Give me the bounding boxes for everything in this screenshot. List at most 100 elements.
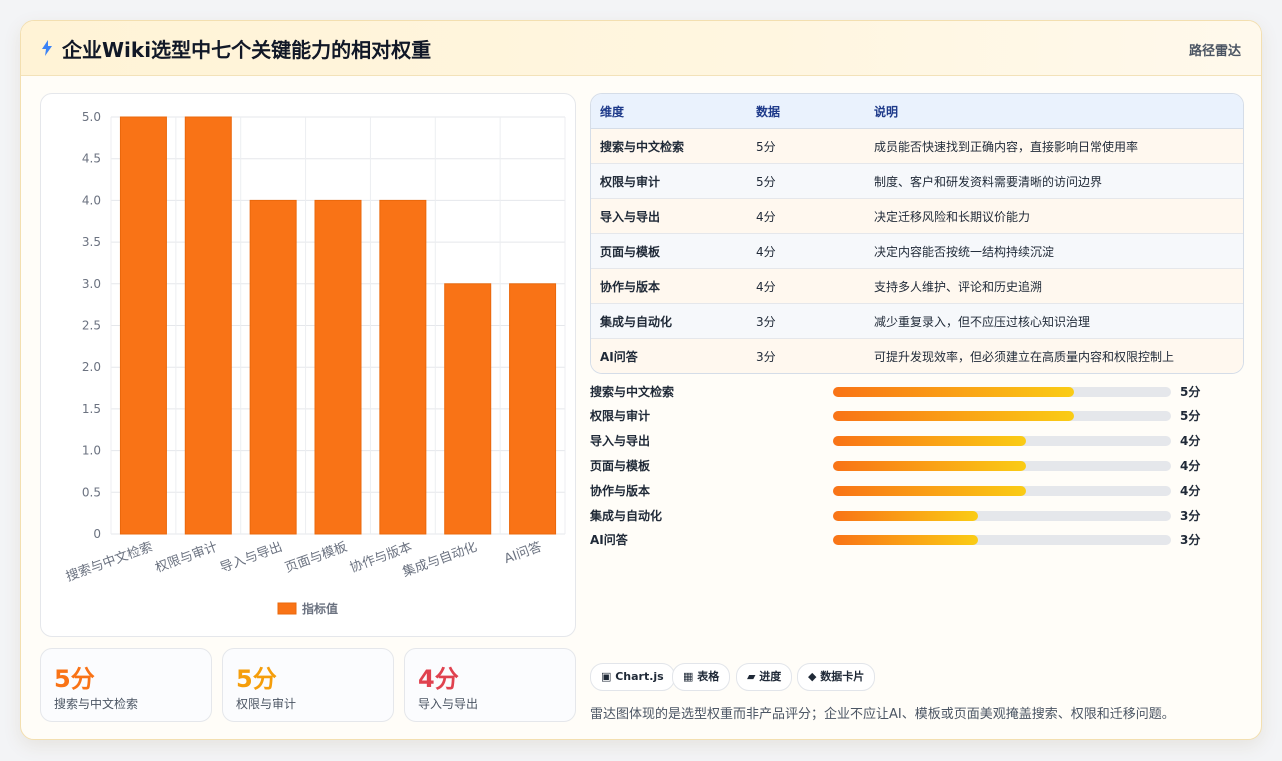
- progress-fill: [833, 486, 1026, 496]
- weights-table-panel: 维度 数据 说明 搜索与中文检索 5分 成员能否快速找到正确内容，直接影响日常使…: [590, 93, 1244, 374]
- lightning-bolt-icon: [42, 40, 52, 56]
- legend-swatch: [277, 602, 297, 615]
- progress-fill: [833, 461, 1026, 471]
- progress-track: [833, 511, 1171, 521]
- table-row: 集成与自动化 3分 减少重复录入，但不应压过核心知识治理: [591, 303, 1243, 339]
- progress-value: 4分: [1180, 434, 1201, 448]
- y-tick-label: 3.0: [82, 277, 101, 291]
- progress-value: 3分: [1180, 509, 1201, 523]
- stat-label: 权限与审计: [236, 697, 297, 711]
- progress-track: [833, 486, 1171, 496]
- y-tick-label: 3.5: [82, 235, 101, 249]
- y-tick-label: 0.5: [82, 485, 101, 499]
- progress-label: 页面与模板: [590, 459, 651, 473]
- header-bar: 企业Wiki选型中七个关键能力的相对权重 路径雷达: [21, 21, 1261, 76]
- legend-label: 指标值: [302, 601, 338, 616]
- bar: [509, 283, 557, 535]
- weights-table: 维度 数据 说明 搜索与中文检索 5分 成员能否快速找到正确内容，直接影响日常使…: [591, 94, 1243, 373]
- chip-progress[interactable]: ▰ 进度: [736, 663, 793, 691]
- x-tick-label: AI问答: [502, 539, 544, 567]
- cell-dimension: 集成与自动化: [591, 303, 747, 339]
- bar: [444, 283, 492, 535]
- progress-fill: [833, 535, 978, 545]
- progress-value: 3分: [1180, 533, 1201, 547]
- cell-description: 制度、客户和研发资料需要清晰的访问边界: [865, 163, 1243, 199]
- stat-value: 5分: [54, 665, 95, 693]
- bar-chart: 0 0.5 1.0 1.5 2.0 2.5 3.0 3.5 4.0 4.5 5.0 搜索与中文检索权限…: [64, 110, 566, 616]
- progress-row: 集成与自动化 3分: [590, 505, 1242, 525]
- progress-fill: [833, 436, 1026, 446]
- cell-description: 支持多人维护、评论和历史追溯: [865, 268, 1243, 304]
- progress-fill: [833, 411, 1075, 421]
- stat-card: 5分 搜索与中文检索: [40, 648, 212, 722]
- cell-description: 减少重复录入，但不应压过核心知识治理: [865, 303, 1243, 339]
- stat-card: 5分 权限与审计: [222, 648, 394, 722]
- bar: [119, 116, 167, 535]
- footnote: 雷达图体现的是选型权重而非产品评分；企业不应让AI、模板或页面美观掩盖搜索、权限…: [590, 707, 1175, 722]
- cell-score: 3分: [747, 303, 865, 339]
- column-header: 数据: [747, 94, 865, 129]
- chip-data-card[interactable]: ◆ 数据卡片: [797, 663, 876, 691]
- stat-value: 5分: [236, 665, 277, 693]
- cell-score: 4分: [747, 198, 865, 234]
- progress-fill: [833, 387, 1075, 397]
- table-row: 协作与版本 4分 支持多人维护、评论和历史追溯: [591, 268, 1243, 304]
- table-row: 权限与审计 5分 制度、客户和研发资料需要清晰的访问边界: [591, 163, 1243, 199]
- cell-description: 决定迁移风险和长期议价能力: [865, 198, 1243, 234]
- cell-dimension: 协作与版本: [591, 268, 747, 304]
- y-tick-label: 5.0: [82, 110, 101, 124]
- chip-table[interactable]: ▦ 表格: [672, 663, 731, 691]
- page-title: 企业Wiki选型中七个关键能力的相对权重: [62, 38, 432, 62]
- progress-track: [833, 461, 1171, 471]
- progress-fill: [833, 511, 978, 521]
- stat-label: 导入与导出: [418, 697, 479, 711]
- bar-chart-panel: 0 0.5 1.0 1.5 2.0 2.5 3.0 3.5 4.0 4.5 5.0 搜索与中文检索 权限…: [40, 93, 576, 637]
- chip-chartjs[interactable]: ▣ Chart.js: [590, 663, 675, 691]
- progress-list: 搜索与中文检索 5分 权限与审计 5分 导入与导出 4分 页面与模板 4分 协作…: [590, 381, 1242, 551]
- column-header: 维度: [591, 94, 747, 129]
- x-tick-label: 集成与自动化: [400, 539, 479, 581]
- stat-label: 搜索与中文检索: [54, 697, 139, 711]
- cell-score: 5分: [747, 128, 865, 164]
- x-tick-label: 页面与模板: [283, 540, 349, 576]
- y-tick-label: 2.0: [82, 360, 101, 374]
- progress-track: [833, 535, 1171, 545]
- progress-row: 页面与模板 4分: [590, 455, 1242, 475]
- cell-description: 成员能否快速找到正确内容，直接影响日常使用率: [865, 128, 1243, 164]
- cell-score: 4分: [747, 268, 865, 304]
- table-row: AI问答 3分 可提升发现效率，但必须建立在高质量内容和权限控制上: [591, 338, 1243, 373]
- progress-value: 5分: [1180, 409, 1201, 423]
- progress-label: 权限与审计: [590, 409, 651, 423]
- table-row: 导入与导出 4分 决定迁移风险和长期议价能力: [591, 198, 1243, 234]
- y-tick-label: 0: [93, 527, 101, 541]
- progress-track: [833, 387, 1171, 397]
- cell-dimension: 权限与审计: [591, 163, 747, 199]
- table-row: 页面与模板 4分 决定内容能否按统一结构持续沉淀: [591, 233, 1243, 269]
- bar: [184, 116, 232, 535]
- stat-value: 4分: [418, 665, 459, 693]
- stat-card: 4分 导入与导出: [404, 648, 576, 722]
- table-row: 搜索与中文检索 5分 成员能否快速找到正确内容，直接影响日常使用率: [591, 128, 1243, 164]
- cell-dimension: 页面与模板: [591, 233, 747, 269]
- bar: [314, 199, 362, 535]
- cell-dimension: AI问答: [591, 338, 747, 373]
- cell-description: 决定内容能否按统一结构持续沉淀: [865, 233, 1243, 269]
- y-tick-label: 4.5: [82, 152, 101, 166]
- progress-track: [833, 411, 1171, 421]
- progress-row: 搜索与中文检索 5分: [590, 381, 1242, 401]
- cell-description: 可提升发现效率，但必须建立在高质量内容和权限控制上: [865, 338, 1243, 373]
- cell-dimension: 导入与导出: [591, 198, 747, 234]
- bar: [249, 199, 297, 535]
- y-tick-label: 1.0: [82, 444, 101, 458]
- progress-value: 4分: [1180, 459, 1201, 473]
- radar-badge: 路径雷达: [1188, 44, 1241, 59]
- progress-label: 搜索与中文检索: [590, 385, 675, 399]
- progress-value: 5分: [1180, 385, 1201, 399]
- progress-row: AI问答 3分: [590, 529, 1242, 549]
- cell-score: 3分: [747, 338, 865, 373]
- cell-score: 5分: [747, 163, 865, 199]
- cell-score: 4分: [747, 233, 865, 269]
- progress-track: [833, 436, 1171, 446]
- progress-row: 权限与审计 5分: [590, 405, 1242, 425]
- x-tick-label: 搜索与中文检索: [64, 540, 155, 585]
